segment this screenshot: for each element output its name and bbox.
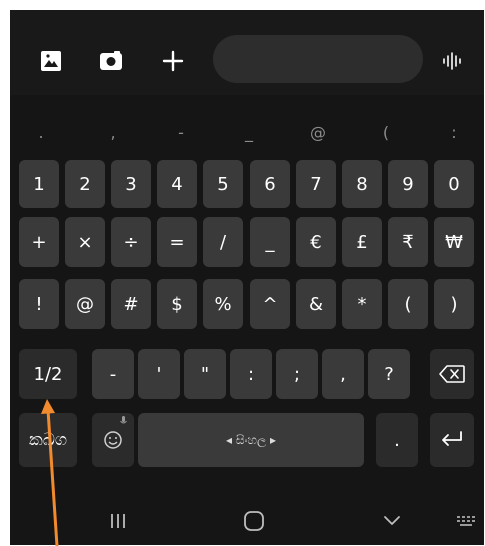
key-won[interactable]: ₩ [434, 217, 474, 267]
suggestion-symbol[interactable]: ( [366, 110, 406, 156]
key-colon[interactable]: : [230, 349, 272, 399]
key-open-paren[interactable]: ( [388, 279, 428, 329]
key-multiply[interactable]: × [65, 217, 105, 267]
key-at[interactable]: @ [65, 279, 105, 329]
key-equals[interactable]: = [157, 217, 197, 267]
key-close-paren[interactable]: ) [434, 279, 474, 329]
key-comma[interactable]: , [322, 349, 364, 399]
key-asterisk[interactable]: * [342, 279, 382, 329]
voice-input-icon[interactable] [439, 48, 465, 74]
suggestion-symbol[interactable]: @ [298, 110, 338, 156]
key-3[interactable]: 3 [111, 160, 151, 208]
camera-icon[interactable] [98, 48, 124, 74]
enter-key[interactable] [430, 413, 474, 467]
space-key[interactable]: ◂ සිංහල ▸ [138, 413, 364, 467]
key-euro[interactable]: € [296, 217, 336, 267]
clipboard-suggestion-field[interactable] [213, 35, 423, 83]
hide-keyboard-icon[interactable] [380, 506, 404, 536]
key-7[interactable]: 7 [296, 160, 336, 208]
emoji-key[interactable] [92, 413, 134, 467]
key-divide[interactable]: ÷ [111, 217, 151, 267]
key-ampersand[interactable]: & [296, 279, 336, 329]
key-8[interactable]: 8 [342, 160, 382, 208]
keyboard-toolbar [10, 10, 484, 95]
key-question[interactable]: ? [368, 349, 410, 399]
key-exclamation[interactable]: ! [19, 279, 59, 329]
key-dollar[interactable]: $ [157, 279, 197, 329]
key-hyphen[interactable]: - [92, 349, 134, 399]
image-icon[interactable] [38, 48, 64, 74]
enter-icon [442, 431, 462, 446]
key-9[interactable]: 9 [388, 160, 428, 208]
key-underscore[interactable]: _ [250, 217, 290, 267]
key-double-quote[interactable]: " [184, 349, 226, 399]
backspace-key[interactable] [430, 349, 474, 399]
language-switch-key[interactable]: කඛග [19, 413, 77, 467]
key-1[interactable]: 1 [19, 160, 59, 208]
add-icon[interactable] [160, 48, 186, 74]
key-percent[interactable]: % [203, 279, 243, 329]
suggestion-symbol[interactable]: : [434, 110, 474, 156]
system-navigation-bar [10, 498, 484, 545]
key-hash[interactable]: # [111, 279, 151, 329]
home-icon[interactable] [242, 506, 266, 536]
keyboard-screen: . , - _ @ ( : 1 2 3 4 5 6 7 8 9 0 + × ÷ … [10, 10, 484, 545]
key-0[interactable]: 0 [434, 160, 474, 208]
key-2[interactable]: 2 [65, 160, 105, 208]
key-5[interactable]: 5 [203, 160, 243, 208]
key-slash[interactable]: / [203, 217, 243, 267]
suggestion-symbol[interactable]: - [161, 110, 201, 156]
key-pound[interactable]: £ [342, 217, 382, 267]
key-apostrophe[interactable]: ' [138, 349, 180, 399]
key-6[interactable]: 6 [250, 160, 290, 208]
key-semicolon[interactable]: ; [276, 349, 318, 399]
emoji-icon [104, 416, 127, 449]
suggestion-symbol[interactable]: . [21, 110, 61, 156]
symbol-suggestion-strip: . , - _ @ ( : [10, 110, 484, 156]
backspace-icon [439, 365, 465, 383]
key-period[interactable]: . [376, 413, 418, 467]
page-toggle-key[interactable]: 1/2 [19, 349, 77, 399]
key-plus[interactable]: + [19, 217, 59, 267]
suggestion-symbol[interactable]: _ [229, 110, 269, 156]
key-4[interactable]: 4 [157, 160, 197, 208]
keyboard-switcher-icon[interactable] [454, 506, 478, 536]
key-rupee[interactable]: ₹ [388, 217, 428, 267]
suggestion-symbol[interactable]: , [93, 110, 133, 156]
recent-apps-icon[interactable] [106, 506, 130, 536]
key-caret[interactable]: ^ [250, 279, 290, 329]
